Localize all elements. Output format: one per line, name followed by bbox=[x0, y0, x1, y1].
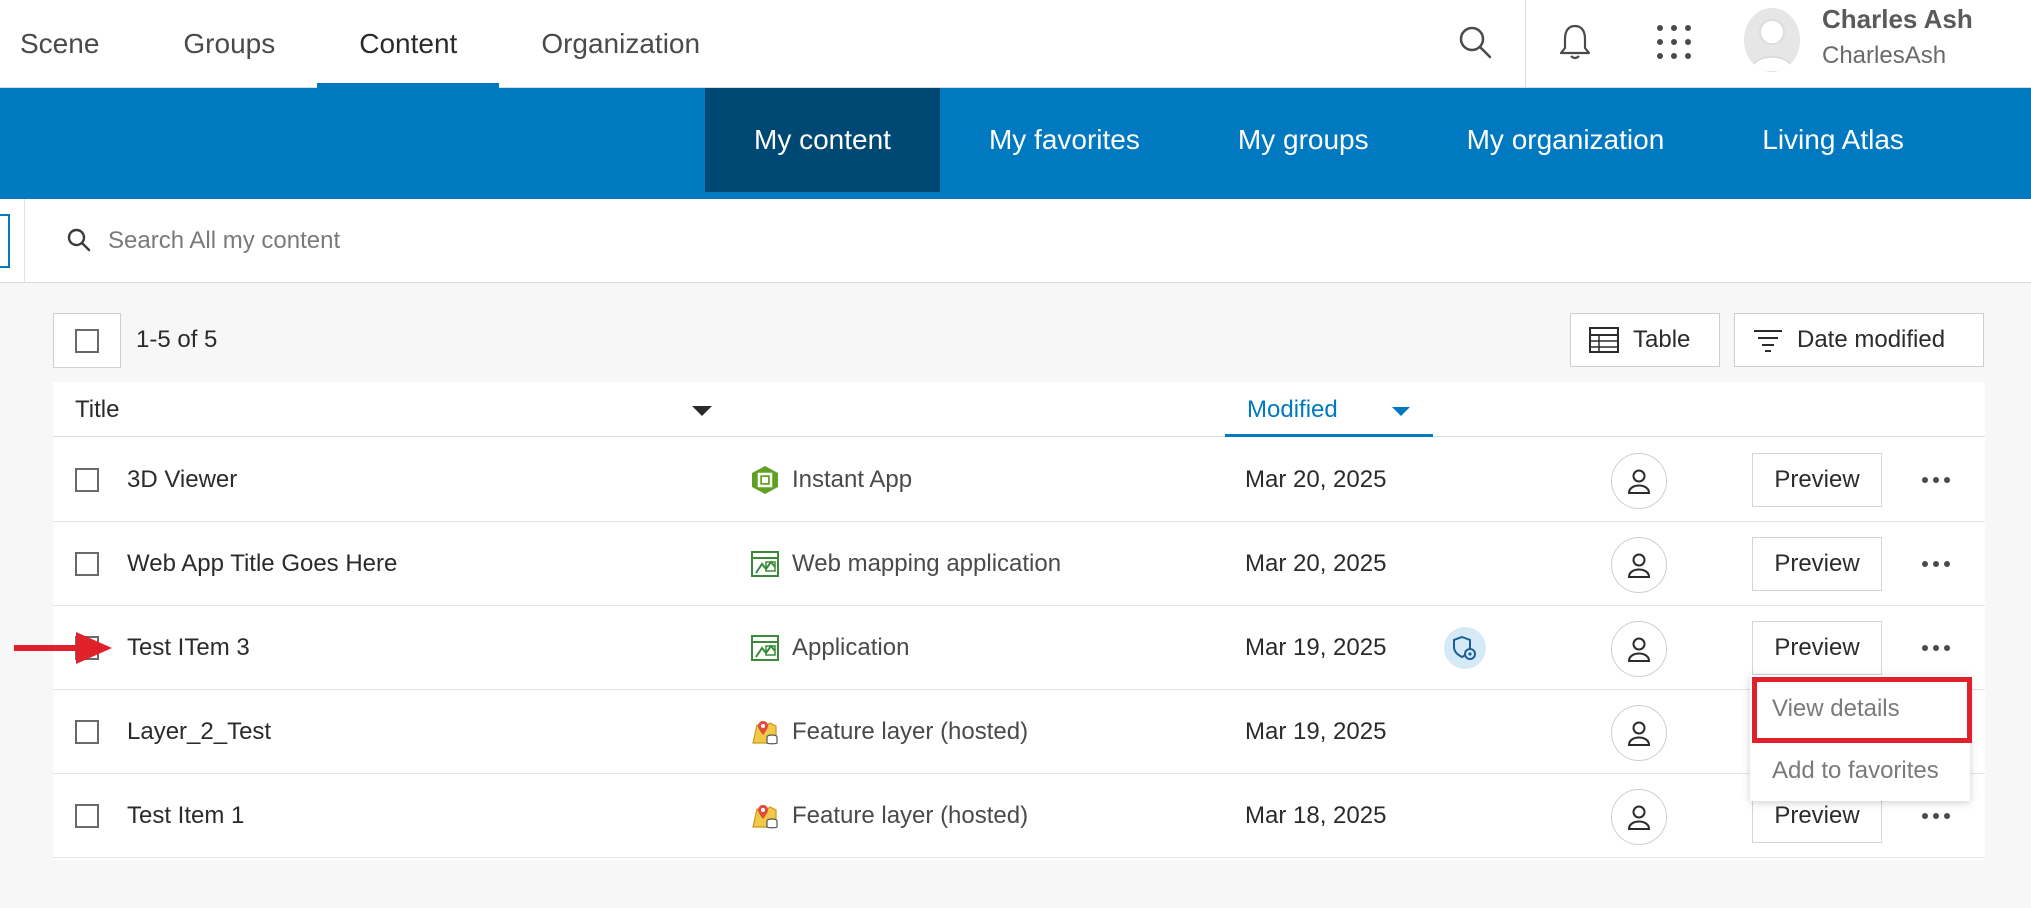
header-divider bbox=[1525, 0, 1526, 88]
item-title[interactable]: Test ITem 3 bbox=[127, 634, 250, 662]
web-mapping-app-icon bbox=[750, 549, 780, 579]
item-modified-date: Mar 18, 2025 bbox=[1245, 802, 1387, 829]
table-row: Web App Title Goes Here Web mapping appl… bbox=[53, 522, 1985, 606]
tab-my-organization[interactable]: My organization bbox=[1418, 88, 1714, 192]
filter-panel-toggle[interactable] bbox=[0, 214, 10, 268]
table-icon bbox=[1589, 327, 1619, 353]
row-checkbox[interactable] bbox=[75, 804, 99, 828]
content-nav-bar: My content My favorites My groups My org… bbox=[0, 88, 2031, 199]
top-nav-content[interactable]: Content bbox=[317, 0, 500, 88]
table-row: Test Item 1 Feature layer (hosted) Mar 1… bbox=[53, 774, 1985, 858]
table-row: Layer_2_Test Feature layer (hosted) Mar … bbox=[53, 690, 1985, 774]
person-icon bbox=[1627, 805, 1651, 830]
content-table: Title Modified 3D Viewer Instant App Mar… bbox=[53, 382, 1985, 860]
top-nav-groups[interactable]: Groups bbox=[141, 0, 317, 88]
person-icon bbox=[1627, 553, 1651, 578]
feature-layer-icon bbox=[750, 717, 780, 747]
item-type: Application bbox=[792, 634, 910, 661]
preview-button[interactable]: Preview bbox=[1752, 453, 1882, 507]
search-bar bbox=[0, 199, 2031, 283]
avatar[interactable] bbox=[1744, 8, 1800, 72]
view-table-button[interactable]: Table bbox=[1570, 313, 1720, 367]
search-field-icon bbox=[66, 227, 92, 258]
item-title[interactable]: Web App Title Goes Here bbox=[127, 550, 397, 578]
more-options-icon[interactable] bbox=[1918, 633, 1954, 663]
sharing-owner-button[interactable] bbox=[1611, 705, 1667, 761]
table-row: Test ITem 3 Application Mar 19, 2025 Pre… bbox=[53, 606, 1985, 690]
item-options-menu: View details Add to favorites bbox=[1750, 675, 1970, 801]
sort-label: Date modified bbox=[1797, 326, 1946, 353]
item-title[interactable]: Test Item 1 bbox=[127, 802, 244, 830]
item-type: Instant App bbox=[792, 466, 913, 493]
menu-item-add-to-favorites[interactable]: Add to favorites bbox=[1750, 741, 1970, 801]
title-sort-caret-icon[interactable] bbox=[691, 404, 713, 422]
table-row: 3D Viewer Instant App Mar 20, 2025 Previ… bbox=[53, 438, 1985, 522]
row-checkbox[interactable] bbox=[75, 468, 99, 492]
search-input[interactable] bbox=[108, 217, 1008, 265]
top-nav-scene[interactable]: Scene bbox=[0, 0, 141, 88]
item-modified-date: Mar 19, 2025 bbox=[1245, 718, 1387, 745]
top-nav-organization[interactable]: Organization bbox=[499, 0, 742, 88]
item-type: Feature layer (hosted) bbox=[792, 802, 1029, 829]
tab-my-content[interactable]: My content bbox=[705, 88, 940, 192]
item-modified-date: Mar 19, 2025 bbox=[1245, 634, 1387, 661]
item-modified-date: Mar 20, 2025 bbox=[1245, 466, 1387, 493]
content-tabs: My content My favorites My groups My org… bbox=[705, 88, 1953, 199]
item-type: Feature layer (hosted) bbox=[792, 718, 1029, 745]
tab-my-groups[interactable]: My groups bbox=[1189, 88, 1418, 192]
sharing-owner-button[interactable] bbox=[1611, 537, 1667, 593]
instant-app-icon bbox=[750, 465, 780, 495]
select-all-checkbox[interactable] bbox=[75, 328, 99, 353]
row-checkbox[interactable] bbox=[75, 720, 99, 744]
table-header: Title Modified bbox=[53, 382, 1985, 437]
sharing-owner-button[interactable] bbox=[1611, 789, 1667, 845]
menu-item-view-details[interactable]: View details bbox=[1750, 679, 1970, 739]
result-count: 1-5 of 5 bbox=[136, 326, 218, 353]
preview-button[interactable]: Preview bbox=[1752, 621, 1882, 675]
person-icon bbox=[1627, 721, 1651, 746]
user-name[interactable]: Charles Ash bbox=[1822, 4, 1973, 35]
user-username[interactable]: CharlesAsh bbox=[1822, 42, 1946, 70]
select-all-checkbox-container[interactable] bbox=[53, 313, 121, 368]
tab-my-favorites[interactable]: My favorites bbox=[940, 88, 1189, 192]
more-options-icon[interactable] bbox=[1918, 465, 1954, 495]
modified-sort-caret-icon bbox=[1391, 404, 1411, 422]
sharing-owner-button[interactable] bbox=[1611, 453, 1667, 509]
preview-button[interactable]: Preview bbox=[1752, 537, 1882, 591]
feature-layer-icon bbox=[750, 801, 780, 831]
app-launcher-icon[interactable] bbox=[1650, 18, 1698, 66]
more-options-icon[interactable] bbox=[1918, 801, 1954, 831]
sort-icon bbox=[1754, 330, 1782, 352]
top-header: Scene Groups Content Organization Charle… bbox=[0, 0, 2031, 88]
view-table-label: Table bbox=[1633, 326, 1691, 353]
column-header-title[interactable]: Title bbox=[75, 396, 119, 424]
item-title[interactable]: 3D Viewer bbox=[127, 466, 237, 494]
top-nav: Scene Groups Content Organization bbox=[0, 0, 742, 88]
item-title[interactable]: Layer_2_Test bbox=[127, 718, 271, 746]
web-mapping-app-icon bbox=[750, 633, 780, 663]
annotation-arrow-icon bbox=[14, 629, 114, 672]
row-checkbox[interactable] bbox=[75, 552, 99, 576]
search-divider bbox=[24, 199, 25, 283]
item-type: Web mapping application bbox=[792, 550, 1062, 577]
person-icon bbox=[1627, 637, 1651, 662]
person-icon bbox=[1627, 469, 1651, 494]
column-header-modified-label: Modified bbox=[1247, 396, 1338, 423]
settings-shield-icon[interactable] bbox=[1444, 627, 1486, 669]
item-modified-date: Mar 20, 2025 bbox=[1245, 550, 1387, 577]
column-header-modified[interactable]: Modified bbox=[1225, 382, 1433, 437]
more-options-icon[interactable] bbox=[1918, 549, 1954, 579]
tab-living-atlas[interactable]: Living Atlas bbox=[1713, 88, 1953, 192]
sort-date-modified-button[interactable]: Date modified bbox=[1734, 313, 1984, 367]
bell-icon[interactable] bbox=[1551, 18, 1599, 66]
sharing-owner-button[interactable] bbox=[1611, 621, 1667, 677]
search-icon[interactable] bbox=[1451, 18, 1499, 66]
